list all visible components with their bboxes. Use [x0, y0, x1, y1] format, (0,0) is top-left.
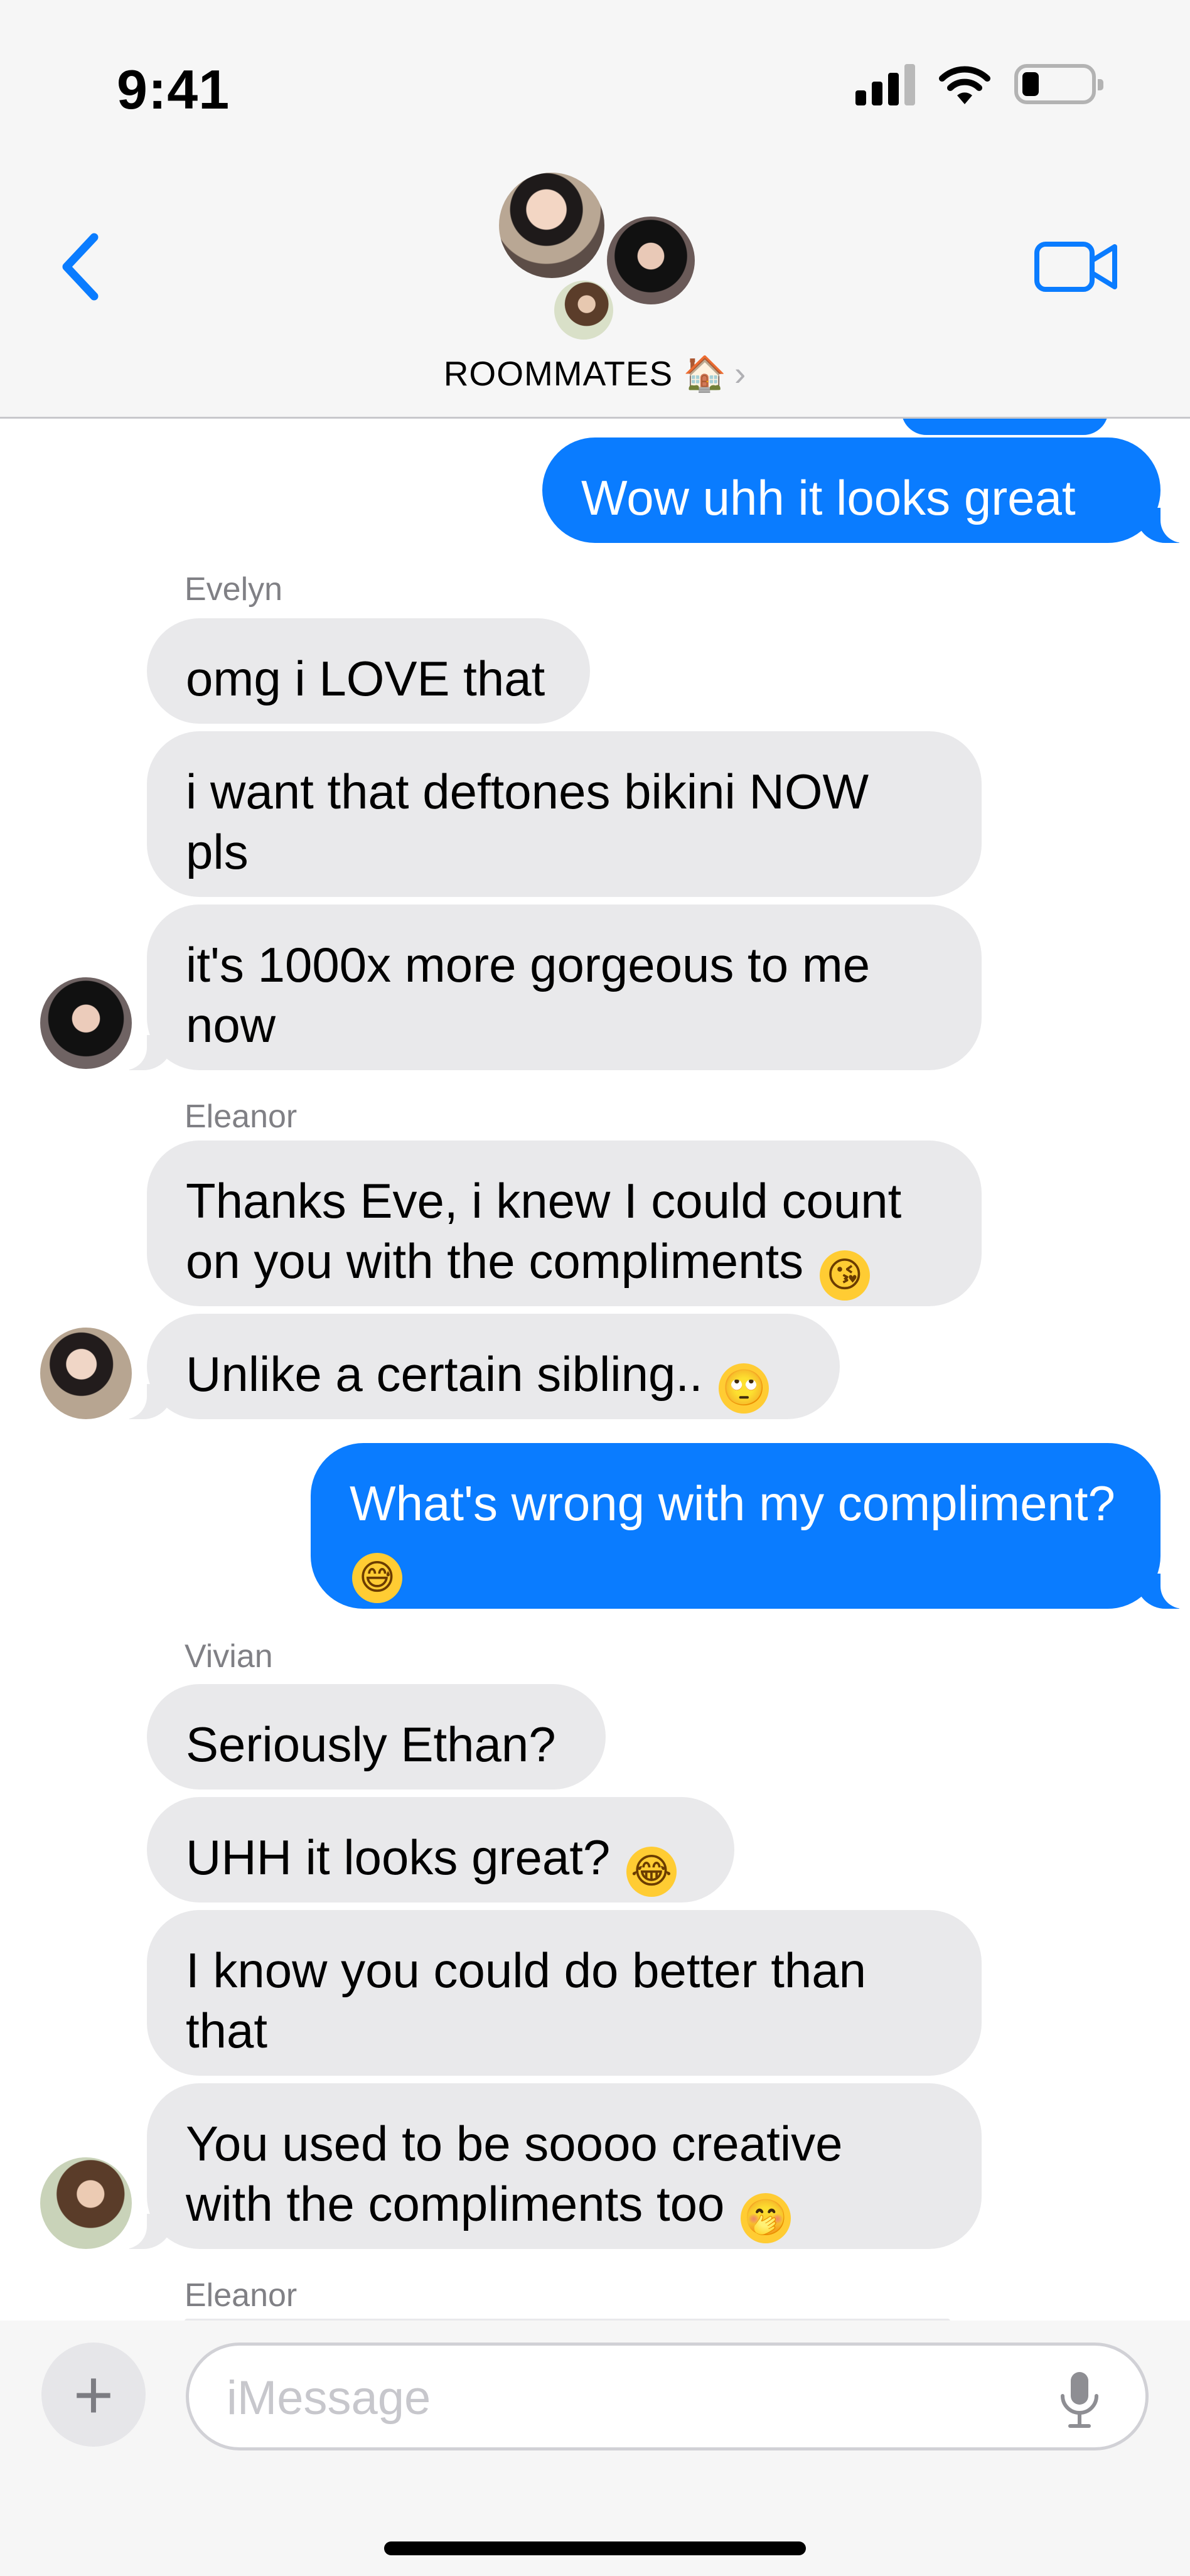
facetime-video-button[interactable]	[1033, 235, 1121, 298]
message-bubble-incoming[interactable]: Seriously Ethan?	[147, 1684, 606, 1790]
message-text: Wow uhh it looks great	[581, 470, 1076, 525]
avatar	[604, 213, 698, 308]
message-input[interactable]	[227, 2363, 1043, 2432]
message-bubble-outgoing[interactable]: What's wrong with my compliment? 😅	[311, 1443, 1190, 1609]
sender-name: Evelyn	[185, 571, 283, 608]
sender-name: Eleanor	[185, 2277, 298, 2314]
message-bubble-outgoing[interactable]: Wow uhh it looks great	[542, 437, 1190, 543]
battery-icon	[1014, 64, 1103, 104]
avatar-vivian[interactable]	[40, 2157, 132, 2249]
message-bubble-incoming[interactable]: it's 1000x more gorgeous to me now	[112, 904, 982, 1070]
message-bubble-incoming[interactable]: Unlike a certain sibling.. 🙄	[112, 1314, 840, 1419]
message-bubble-incoming[interactable]: i want that deftones bikini NOW pls	[147, 731, 982, 897]
video-camera-icon	[1034, 242, 1117, 292]
cellular-signal-icon	[855, 63, 915, 105]
message-bubble-incoming[interactable]: Thanks Eve, i knew I could count on you …	[147, 1140, 982, 1306]
conversation-header: 9:41 ROOMMATES 🏠 ›	[0, 0, 1190, 419]
message-bubble-partial	[901, 419, 1108, 435]
kissing-face-icon: 😘	[819, 1250, 870, 1301]
avatar-evelyn[interactable]	[40, 977, 132, 1069]
group-name[interactable]: ROOMMATES 🏠 ›	[0, 353, 1190, 394]
message-text: Thanks Eve, i knew I could count on you …	[186, 1173, 902, 1289]
eye-roll-face-icon: 🙄	[719, 1363, 769, 1414]
status-time: 9:41	[117, 58, 230, 121]
message-text: What's wrong with my compliment?	[350, 1476, 1115, 1531]
message-text: it's 1000x more gorgeous to me now	[186, 937, 871, 1053]
group-name-label: ROOMMATES 🏠	[443, 354, 727, 393]
sender-name: Vivian	[185, 1638, 273, 1675]
message-list[interactable]: Wow uhh it looks great Evelyn omg i LOVE…	[0, 419, 1190, 2321]
message-text: I know you could do better than that	[186, 1943, 867, 2058]
plus-icon: +	[73, 2356, 114, 2434]
chevron-right-icon: ›	[734, 354, 747, 393]
message-bubble-incoming[interactable]: I know you could do better than that	[147, 1910, 982, 2076]
microphone-icon[interactable]	[1058, 2369, 1102, 2430]
message-bubble-incoming[interactable]: You used to be soooo creative with the c…	[112, 2083, 982, 2249]
message-text: i want that deftones bikini NOW pls	[186, 764, 869, 879]
message-text: UHH it looks great?	[186, 1830, 611, 1885]
chevron-left-icon	[62, 233, 99, 301]
back-button[interactable]	[45, 226, 114, 308]
home-indicator[interactable]	[384, 2541, 806, 2555]
wifi-icon	[939, 66, 990, 104]
hand-over-mouth-face-icon: 🤭	[741, 2193, 791, 2243]
message-bubble-incoming[interactable]: UHH it looks great? 😂	[147, 1797, 734, 1902]
add-attachment-button[interactable]: +	[41, 2343, 146, 2447]
message-field-container[interactable]	[186, 2343, 1149, 2450]
sender-name: Eleanor	[185, 1098, 298, 1135]
compose-bar: +	[0, 2321, 1190, 2576]
message-text: omg i LOVE that	[186, 651, 545, 706]
message-bubble-incoming[interactable]: omg i LOVE that	[147, 618, 590, 724]
message-text: Seriously Ethan?	[186, 1717, 556, 1772]
message-text: Unlike a certain sibling..	[186, 1346, 703, 1402]
status-icons	[855, 63, 1103, 105]
avatar-eleanor[interactable]	[40, 1328, 132, 1419]
group-avatars[interactable]	[496, 169, 703, 343]
avatar	[496, 169, 608, 281]
sweat-smile-face-icon: 😅	[352, 1553, 402, 1603]
tears-of-joy-face-icon: 😂	[626, 1847, 677, 1897]
avatar	[551, 277, 616, 343]
